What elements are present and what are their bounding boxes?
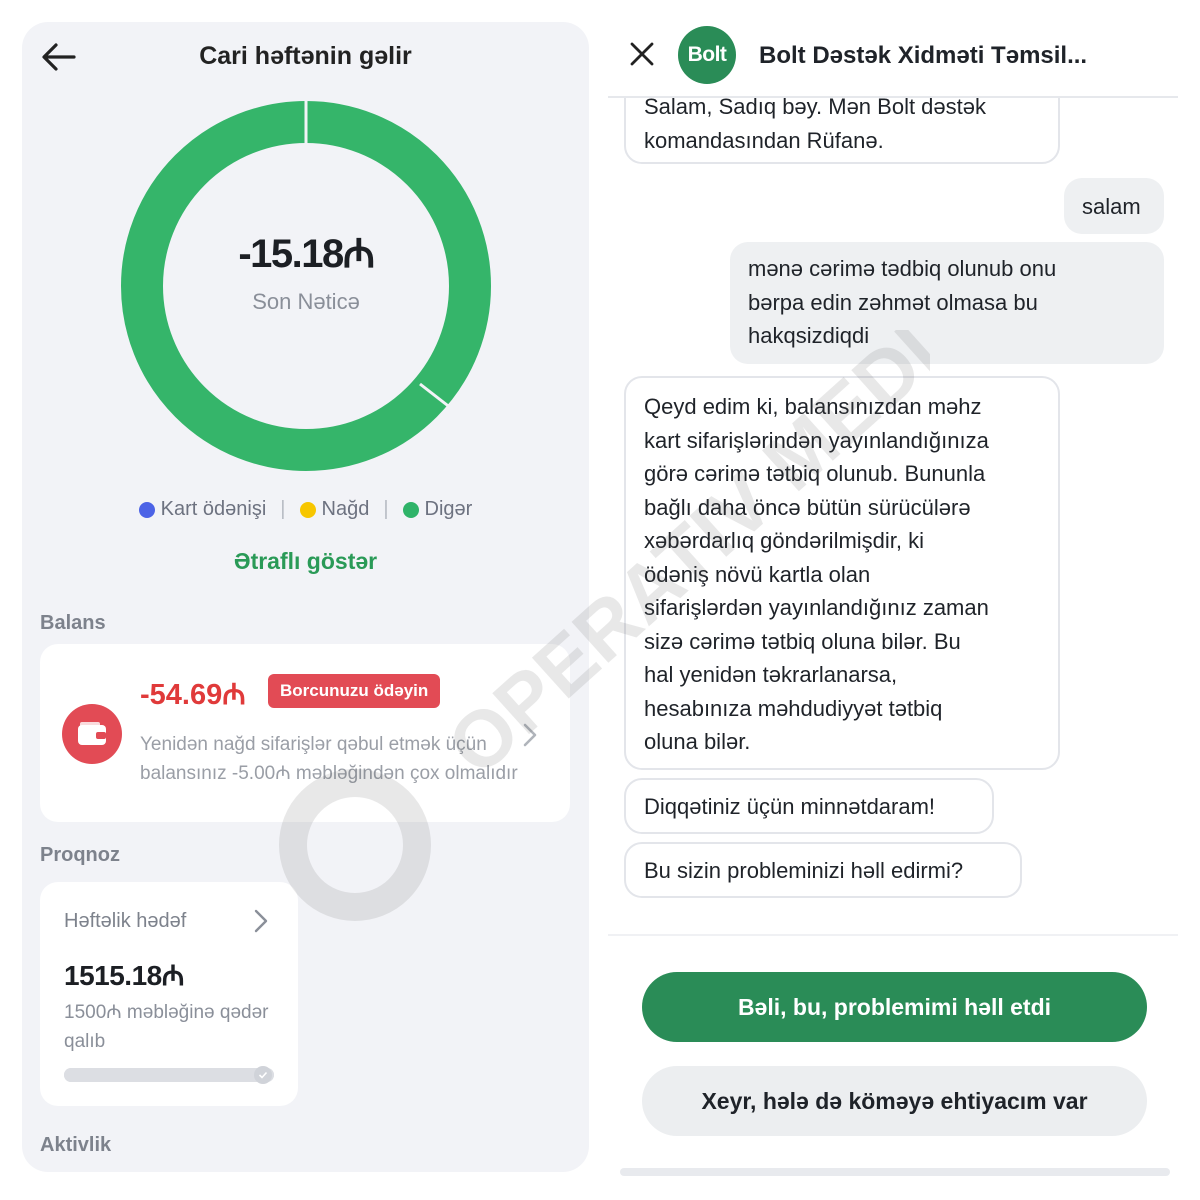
weekly-goal-progress-bar — [64, 1068, 274, 1082]
legend-label: Nağd — [321, 498, 370, 520]
chart-legend: Kart ödənişi | Nağd | Digər — [22, 498, 589, 521]
progress-fill — [64, 1068, 274, 1082]
chat-messages[interactable]: Salam, Sadıq bəy. Mən Bolt dəstək komand… — [608, 0, 1178, 920]
balance-section-title: Balans — [40, 612, 106, 634]
legend-label: Kart ödənişi — [160, 498, 267, 520]
message-text: salam — [1082, 194, 1141, 219]
forecast-section-title: Proqnoz — [40, 844, 120, 866]
show-details-link[interactable]: Ətraflı göstər — [22, 548, 589, 575]
check-icon — [254, 1066, 272, 1084]
blue-dot-icon — [138, 501, 155, 518]
net-result-label: Son Nəticə — [252, 288, 360, 314]
weekly-goal-label: Həftəlik hədəf — [64, 910, 187, 932]
activity-section-title: Aktivlik — [40, 1134, 112, 1156]
earnings-donut-chart: -15.18₼ Son Nəticə — [120, 100, 492, 472]
wallet-icon — [62, 704, 122, 764]
legend-other: Digər — [402, 498, 473, 521]
chevron-right-icon — [523, 723, 537, 747]
balance-card[interactable]: -54.69₼ Borcunuzu ödəyin Yenidən nağd si… — [40, 644, 570, 822]
green-dot-icon — [402, 501, 419, 518]
close-button[interactable] — [628, 40, 656, 68]
need-help-button[interactable]: Xeyr, hələ də köməyə ehtiyacım var — [642, 1066, 1147, 1136]
yes-resolved-button[interactable]: Bəli, bu, problemimi həll etdi — [642, 972, 1147, 1042]
message-text: Diqqətiniz üçün minnətdaram! — [644, 794, 936, 819]
agent-message: Bu sizin probleminizi həll edirmi? — [624, 842, 1022, 898]
page-title: Cari həftənin gəlir — [199, 42, 412, 70]
pay-debt-badge[interactable]: Borcunuzu ödəyin — [268, 674, 441, 708]
legend-separator: | — [280, 498, 286, 520]
weekly-goal-description: 1500₼ məbləğinə qədər qalıb — [64, 1002, 269, 1052]
legend-label: Digər — [424, 498, 473, 520]
message-text: Qeyd edim ki, balansınızdan məhz kart si… — [644, 394, 989, 754]
close-icon — [630, 42, 654, 66]
chevron-right-icon — [254, 909, 268, 933]
weekly-goal-value: 1515.18₼ — [64, 960, 184, 991]
message-text: Salam, Sadıq bəy. Mən Bolt dəstək komand… — [644, 94, 986, 153]
legend-cash: Nağd — [299, 498, 370, 521]
yellow-dot-icon — [299, 501, 316, 518]
legend-card-payment: Kart ödənişi — [138, 498, 267, 521]
legend-separator: | — [383, 498, 389, 520]
reply-options: Bəli, bu, problemimi həll etdi Xeyr, həl… — [608, 934, 1178, 1176]
bottom-divider — [620, 1168, 1170, 1176]
support-chat-panel: Salam, Sadıq bəy. Mən Bolt dəstək komand… — [608, 0, 1200, 1200]
message-text: mənə cərimə tədbiq olunub onu bərpa edin… — [748, 256, 1057, 348]
agent-message: Diqqətiniz üçün minnətdaram! — [624, 778, 994, 834]
chat-header: Bolt Bolt Dəstək Xidməti Təmsil... — [608, 0, 1178, 98]
agent-message: Qeyd edim ki, balansınızdan məhz kart si… — [624, 376, 1060, 770]
user-message: salam — [1064, 178, 1164, 234]
earnings-header: Cari həftənin gəlir — [22, 22, 589, 92]
bolt-logo: Bolt — [678, 26, 736, 84]
net-result-value: -15.18₼ — [238, 231, 375, 276]
user-message: mənə cərimə tədbiq olunub onu bərpa edin… — [730, 242, 1164, 364]
balance-amount: -54.69₼ — [140, 679, 246, 711]
balance-description: Yenidən nağd sifarişlər qəbul etmək üçün… — [140, 734, 518, 784]
weekly-goal-card[interactable]: Həftəlik hədəf 1515.18₼ 1500₼ məbləğinə … — [40, 882, 298, 1106]
donut-center: -15.18₼ Son Nəticə — [120, 100, 492, 472]
weekly-earnings-panel: Cari həftənin gəlir -15.18₼ Son Nəticə K… — [22, 22, 589, 1172]
chat-title: Bolt Dəstək Xidməti Təmsil... — [759, 42, 1088, 69]
message-text: Bu sizin probleminizi həll edirmi? — [644, 858, 964, 883]
